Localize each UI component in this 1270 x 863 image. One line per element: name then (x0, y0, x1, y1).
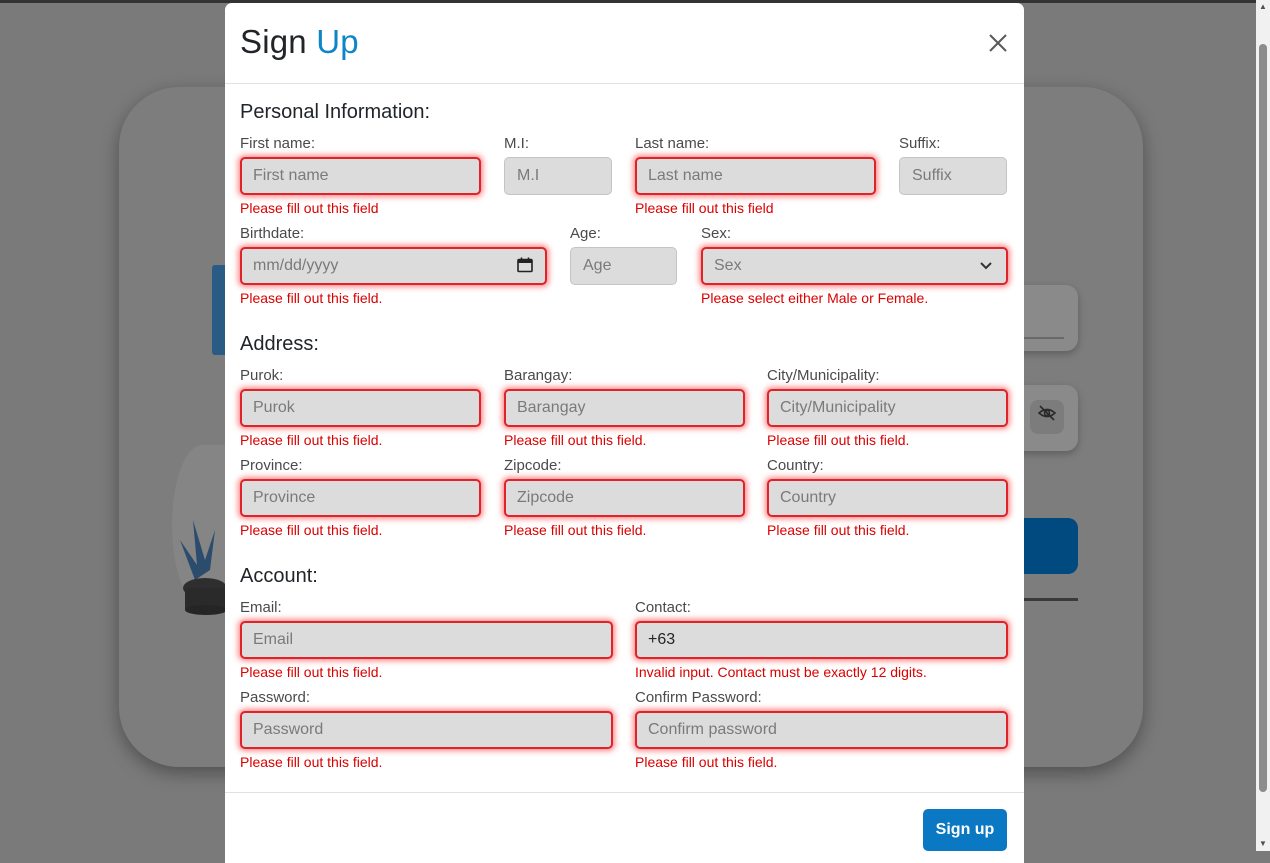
purok-group: Purok: Purok Please fill out this field. (240, 367, 481, 448)
background-illustration-plant (180, 520, 227, 615)
calendar-icon[interactable] (517, 257, 533, 273)
country-error: Please fill out this field. (767, 522, 910, 538)
chevron-down-icon[interactable] (979, 261, 993, 271)
modal-title: Sign Up (240, 23, 359, 61)
section-title-personal: Personal Information: (240, 101, 431, 123)
confirm-password-input[interactable]: Confirm password (635, 711, 1008, 749)
suffix-group: Suffix: Suffix (899, 135, 1007, 195)
suffix-input[interactable]: Suffix (899, 157, 1007, 195)
zipcode-input[interactable]: Zipcode (504, 479, 745, 517)
age-input[interactable]: Age (570, 247, 677, 285)
first-name-group: First name: First name Please fill out t… (240, 135, 481, 216)
first-name-label: First name: (240, 135, 316, 152)
confirm-password-error: Please fill out this field. (635, 754, 778, 770)
province-error: Please fill out this field. (240, 522, 383, 538)
password-label: Password: (240, 689, 311, 706)
sex-label: Sex: (701, 225, 732, 242)
scroll-up-arrow-icon[interactable]: ▲ (1256, 0, 1270, 14)
country-label: Country: (767, 457, 824, 474)
birthdate-group: Birthdate: mm/dd/yyyy Please fill out th… (240, 225, 547, 306)
contact-label: Contact: (635, 599, 691, 616)
country-input[interactable]: Country (767, 479, 1008, 517)
signup-modal: Sign Up Personal Information: First name… (225, 3, 1024, 863)
section-title-address: Address: (240, 333, 319, 355)
email-input[interactable]: Email (240, 621, 613, 659)
barangay-error: Please fill out this field. (504, 432, 647, 448)
city-input[interactable]: City/Municipality (767, 389, 1008, 427)
close-icon[interactable] (987, 32, 1009, 54)
last-name-input[interactable]: Last name (635, 157, 876, 195)
age-group: Age: Age (570, 225, 677, 285)
mi-input[interactable]: M.I (504, 157, 612, 195)
barangay-label: Barangay: (504, 367, 573, 384)
mi-group: M.I: M.I (504, 135, 612, 195)
mi-label: M.I: (504, 135, 529, 152)
scrollbar-thumb[interactable] (1259, 44, 1267, 792)
first-name-error: Please fill out this field (240, 200, 379, 216)
confirm-password-label: Confirm Password: (635, 689, 762, 706)
modal-title-main: Sign (240, 23, 307, 60)
email-group: Email: Email Please fill out this field. (240, 599, 613, 680)
first-name-input[interactable]: First name (240, 157, 481, 195)
close-button[interactable] (987, 32, 1009, 54)
province-group: Province: Province Please fill out this … (240, 457, 481, 538)
sex-group: Sex: Sex Please select either Male or Fe… (701, 225, 1008, 306)
birthdate-error: Please fill out this field. (240, 290, 383, 306)
password-input[interactable]: Password (240, 711, 613, 749)
confirm-password-group: Confirm Password: Confirm password Pleas… (635, 689, 1008, 770)
barangay-group: Barangay: Barangay Please fill out this … (504, 367, 745, 448)
country-group: Country: Country Please fill out this fi… (767, 457, 1008, 538)
email-label: Email: (240, 599, 282, 616)
scroll-down-arrow-icon[interactable]: ▼ (1256, 837, 1270, 851)
barangay-input[interactable]: Barangay (504, 389, 745, 427)
sex-select[interactable]: Sex (701, 247, 1008, 285)
modal-header: Sign Up (225, 3, 1024, 84)
purok-error: Please fill out this field. (240, 432, 383, 448)
city-label: City/Municipality: (767, 367, 880, 384)
contact-input[interactable]: +63 (635, 621, 1008, 659)
contact-group: Contact: +63 Invalid input. Contact must… (635, 599, 1008, 680)
sex-error: Please select either Male or Female. (701, 290, 929, 306)
modal-title-accent: Up (316, 23, 359, 60)
purok-label: Purok: (240, 367, 284, 384)
zipcode-group: Zipcode: Zipcode Please fill out this fi… (504, 457, 745, 538)
contact-error: Invalid input. Contact must be exactly 1… (635, 664, 927, 680)
city-group: City/Municipality: City/Municipality Ple… (767, 367, 1008, 448)
password-error: Please fill out this field. (240, 754, 383, 770)
age-label: Age: (570, 225, 601, 242)
zipcode-label: Zipcode: (504, 457, 562, 474)
last-name-group: Last name: Last name Please fill out thi… (635, 135, 876, 216)
province-input[interactable]: Province (240, 479, 481, 517)
signup-button[interactable]: Sign up (923, 809, 1007, 851)
section-title-account: Account: (240, 565, 318, 587)
last-name-label: Last name: (635, 135, 710, 152)
modal-footer: Sign up (225, 792, 1024, 862)
password-group: Password: Password Please fill out this … (240, 689, 613, 770)
city-error: Please fill out this field. (767, 432, 910, 448)
birthdate-label: Birthdate: (240, 225, 305, 242)
eye-slash-icon (1030, 400, 1064, 434)
province-label: Province: (240, 457, 303, 474)
suffix-label: Suffix: (899, 135, 941, 152)
birthdate-input[interactable]: mm/dd/yyyy (240, 247, 547, 285)
last-name-error: Please fill out this field (635, 200, 774, 216)
zipcode-error: Please fill out this field. (504, 522, 647, 538)
purok-input[interactable]: Purok (240, 389, 481, 427)
page-scrollbar[interactable]: ▲ ▼ (1256, 0, 1270, 851)
email-error: Please fill out this field. (240, 664, 383, 680)
